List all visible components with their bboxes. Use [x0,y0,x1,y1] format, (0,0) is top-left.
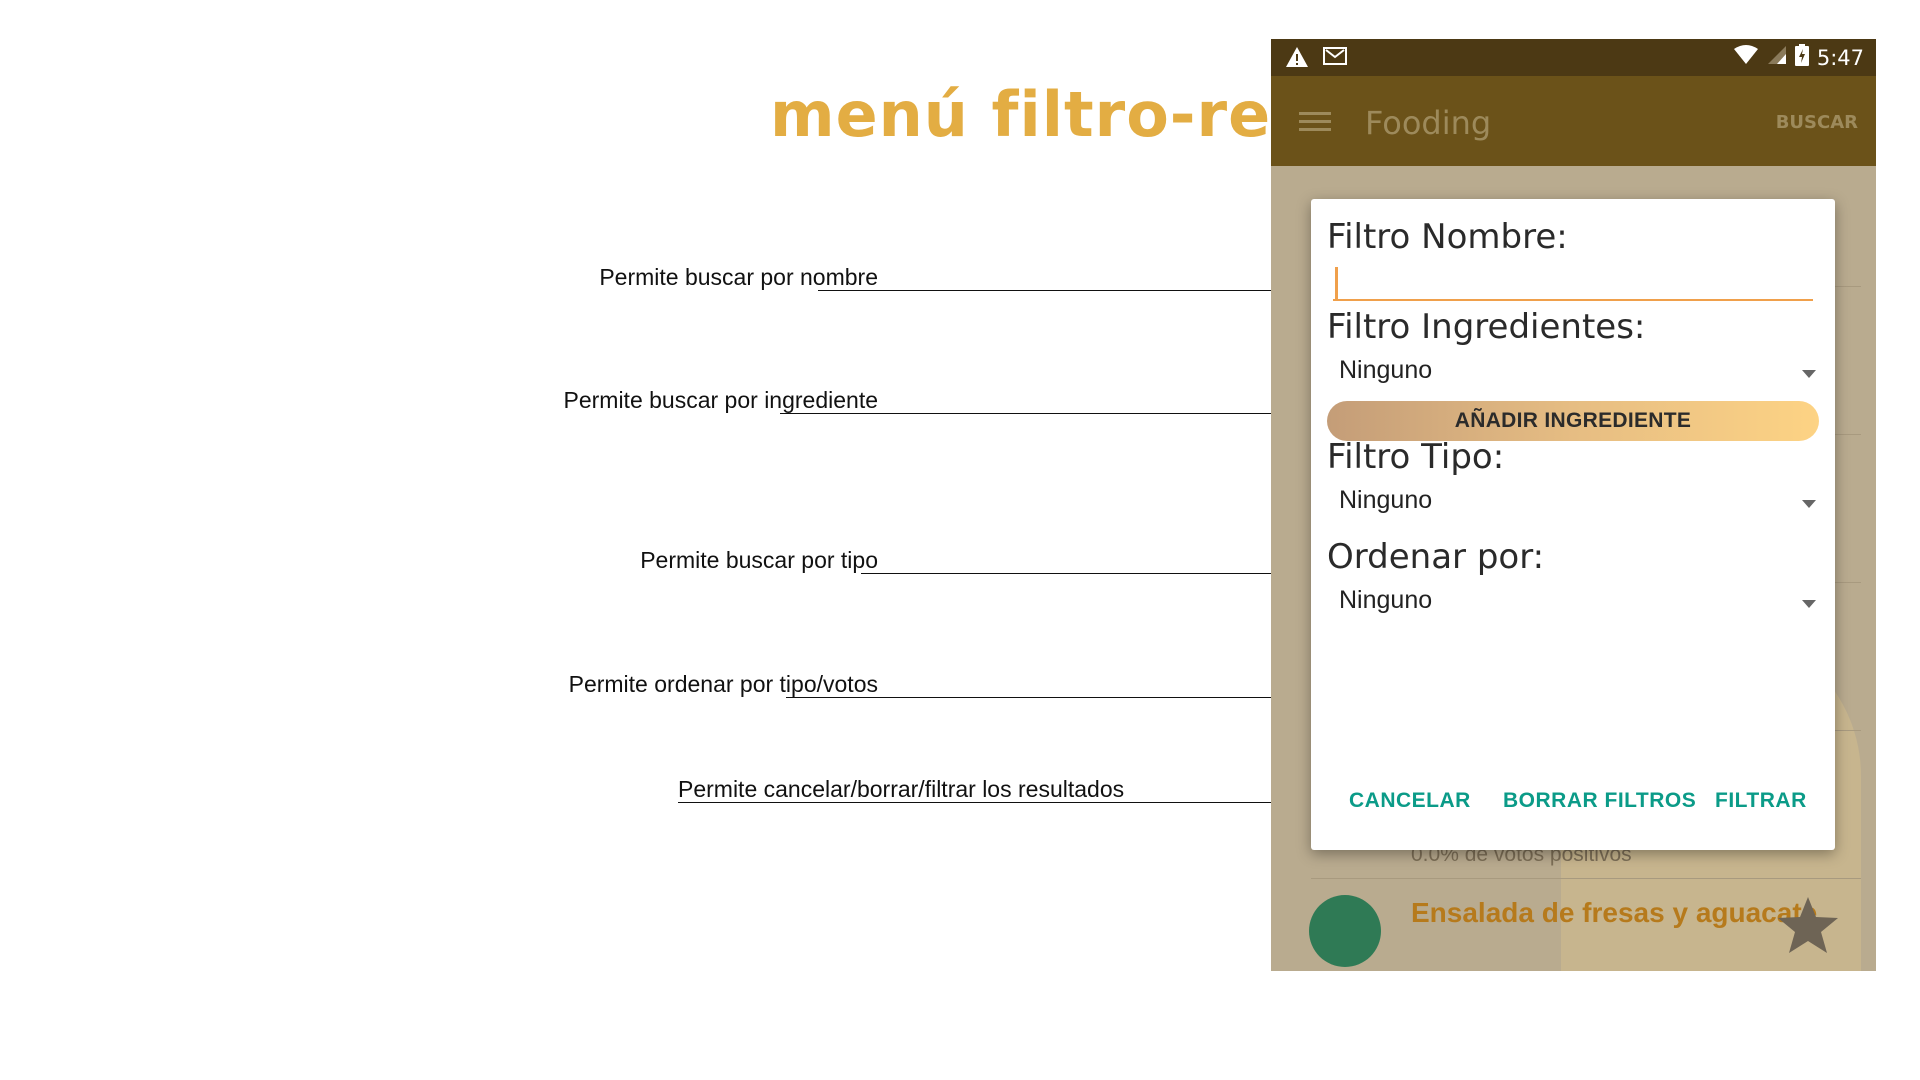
annotation-actions: Permite cancelar/borrar/filtrar los resu… [678,776,1125,802]
ingredients-dropdown[interactable]: Ninguno [1339,352,1817,392]
type-dropdown-value: Ninguno [1339,486,1433,514]
clear-filters-button[interactable]: BORRAR FILTROS [1503,789,1696,813]
add-ingredient-button[interactable]: AÑADIR INGREDIENTE [1327,401,1819,441]
recipe-avatar[interactable] [1309,895,1381,967]
app-title: Fooding [1365,104,1492,142]
annotation-type-line [861,573,1326,574]
list-divider [1311,878,1861,879]
warning-icon [1285,46,1309,73]
signal-icon [1767,45,1787,70]
type-filter-label: Filtro Tipo: [1327,437,1505,477]
app-bar: Fooding BUSCAR [1271,76,1876,166]
star-icon[interactable] [1776,895,1840,960]
ingredients-dropdown-value: Ninguno [1339,356,1433,384]
annotation-order-line [786,697,1326,698]
filter-button[interactable]: FILTRAR [1715,789,1807,813]
type-dropdown[interactable]: Ninguno [1339,482,1817,522]
name-filter-label: Filtro Nombre: [1327,217,1568,257]
annotation-name-line [818,290,1326,291]
recipe-name[interactable]: Ensalada de fresas y aguacate [1411,897,1817,929]
annotation-name: Permite buscar por nombre [599,264,878,290]
annotation-actions-line [678,802,1342,803]
battery-icon [1794,44,1809,71]
dropdown-arrow-icon [1801,366,1817,384]
ingredients-filter-label: Filtro Ingredientes: [1327,307,1646,347]
menu-icon[interactable] [1299,110,1331,139]
status-time: 5:47 [1816,45,1864,70]
order-label: Ordenar por: [1327,537,1545,577]
wifi-icon [1733,45,1759,70]
search-button[interactable]: BUSCAR [1776,112,1858,133]
cancel-button[interactable]: CANCELAR [1349,789,1471,813]
order-dropdown-value: Ninguno [1339,586,1433,614]
dropdown-arrow-icon [1801,496,1817,514]
phone-screen: 5:47 Fooding BUSCAR 0.0% de votos positi… [1271,39,1876,971]
status-bar: 5:47 [1271,39,1876,76]
filter-dialog: Filtro Nombre: Filtro Ingredientes: Ning… [1311,199,1835,850]
gmail-icon [1323,46,1347,73]
dropdown-arrow-icon [1801,596,1817,614]
text-cursor [1335,267,1338,299]
name-filter-input[interactable] [1333,259,1813,301]
annotation-type: Permite buscar por tipo [640,547,878,573]
annotation-ingredient: Permite buscar por ingrediente [563,387,879,413]
annotation-order: Permite ordenar por tipo/votos [568,671,878,697]
order-dropdown[interactable]: Ninguno [1339,582,1817,622]
annotation-ingredient-line [780,413,1326,414]
